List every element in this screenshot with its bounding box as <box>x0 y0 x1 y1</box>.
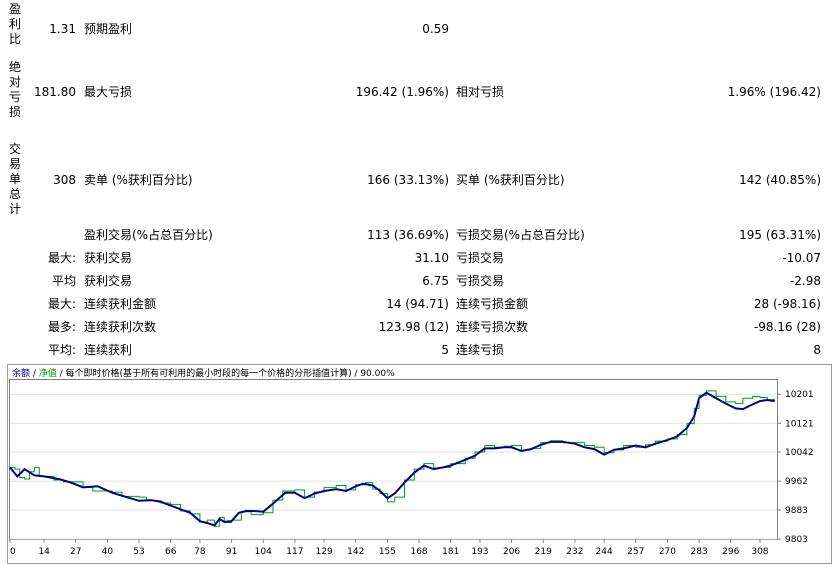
long-positions-label: 买单 (%获利百分比) <box>456 173 565 187</box>
x-tick-label: 117 <box>286 547 303 557</box>
row-left-value: 123.98 (12) <box>378 320 449 334</box>
y-tick-label: 9962 <box>785 477 808 487</box>
x-tick-label: 168 <box>410 547 427 557</box>
relative-drawdown-value: 1.96% (196.42) <box>727 85 821 99</box>
row-left-label: 连续获利次数 <box>84 320 157 334</box>
x-tick-label: 232 <box>566 547 583 557</box>
x-tick-label: 0 <box>10 547 16 557</box>
row-right-label: 连续亏损次数 <box>456 320 529 334</box>
row-right-label: 连续亏损 <box>456 343 505 357</box>
row-right-label: 亏损交易 <box>456 274 505 288</box>
row-right-value: 8 <box>813 343 821 357</box>
x-tick-label: 193 <box>471 547 488 557</box>
row-left-value: 14 (94.71) <box>386 297 449 311</box>
max-drawdown-value: 196.42 (1.96%) <box>355 85 449 99</box>
legend-sep: / <box>30 369 39 379</box>
row-left-value: 6.75 <box>422 274 449 288</box>
absolute-drawdown-value: 181.80 <box>34 85 76 99</box>
relative-drawdown-label: 相对亏损 <box>456 85 505 99</box>
x-tick-label: 91 <box>226 547 237 557</box>
x-tick-label: 53 <box>133 547 144 557</box>
long-positions-value: 142 (40.85%) <box>739 173 821 187</box>
row-prefix: 最大: <box>47 297 76 311</box>
row-right-label: 亏损交易 <box>456 251 505 265</box>
row-prefix: 平均 <box>51 274 76 288</box>
row-right-value: 28 (-98.16) <box>753 297 821 311</box>
row-right-value: -2.98 <box>789 274 821 288</box>
x-tick-label: 78 <box>194 547 206 557</box>
legend-balance: 余额 <box>12 367 30 379</box>
profit-trades-label: 盈利交易(%占总百分比) <box>84 228 213 242</box>
y-tick-label: 10042 <box>785 448 814 458</box>
row-left-value: 5 <box>441 343 449 357</box>
row-prefix: 最多: <box>47 320 76 334</box>
row-left-value: 31.10 <box>414 251 449 265</box>
x-tick-label: 283 <box>690 547 707 557</box>
loss-trades-label: 亏损交易(%占总百分比) <box>456 228 585 242</box>
row-right-label: 连续亏损金额 <box>456 297 529 311</box>
x-tick-label: 27 <box>70 547 81 557</box>
row-left-label: 获利交易 <box>84 251 133 265</box>
x-tick-label: 155 <box>379 547 396 557</box>
y-tick-label: 9803 <box>785 535 808 545</box>
x-tick-label: 40 <box>102 547 114 557</box>
y-tick-label: 10121 <box>785 419 814 429</box>
profit-trades-value: 113 (36.69%) <box>367 228 449 242</box>
row-left-label: 连续获利金额 <box>84 297 157 311</box>
profit-ratio-value: 1.31 <box>49 22 76 36</box>
x-tick-label: 129 <box>316 547 333 557</box>
x-tick-label: 66 <box>165 547 177 557</box>
x-tick-label: 244 <box>596 547 613 557</box>
y-tick-label: 10201 <box>785 390 814 400</box>
expected-payoff-label: 预期盈利 <box>84 22 133 36</box>
row-left-label: 获利交易 <box>84 274 133 288</box>
x-tick-label: 219 <box>535 547 552 557</box>
short-positions-value: 166 (33.13%) <box>367 173 449 187</box>
expected-payoff-value: 0.59 <box>422 22 449 36</box>
profit-ratio-label: 盈利比 <box>8 2 21 46</box>
x-tick-label: 308 <box>751 547 768 557</box>
row-prefix: 最大: <box>47 251 76 265</box>
chart-legend: 余额 / 净值 / 每个即时价格(基于所有可利用的最小时段的每一个价格的分形插值… <box>12 367 395 379</box>
x-tick-label: 270 <box>659 547 676 557</box>
total-trades-value: 308 <box>53 173 76 187</box>
x-tick-label: 257 <box>627 547 644 557</box>
row-right-value: -98.16 (28) <box>753 320 821 334</box>
equity-chart: 余额 / 净值 / 每个即时价格(基于所有可利用的最小时段的每一个价格的分形插值… <box>7 364 832 564</box>
row-right-value: -10.07 <box>782 251 821 265</box>
loss-trades-value: 195 (63.31%) <box>739 228 821 242</box>
total-trades-label: 交易单总计 <box>8 142 21 216</box>
y-tick-label: 9883 <box>785 506 808 516</box>
legend-equity: 净值 <box>39 367 57 379</box>
row-prefix: 平均: <box>47 343 76 357</box>
x-tick-label: 14 <box>38 547 50 557</box>
absolute-drawdown-label: 绝对亏损 <box>8 60 21 119</box>
x-tick-label: 142 <box>347 547 364 557</box>
short-positions-label: 卖单 (%获利百分比) <box>84 173 193 187</box>
row-left-label: 连续获利 <box>84 343 133 357</box>
x-tick-label: 206 <box>503 547 520 557</box>
x-tick-label: 181 <box>442 547 459 557</box>
x-tick-label: 296 <box>722 547 739 557</box>
max-drawdown-label: 最大亏损 <box>84 85 133 99</box>
equity-chart-panel: 余额 / 净值 / 每个即时价格(基于所有可利用的最小时段的每一个价格的分形插值… <box>7 364 832 564</box>
x-tick-label: 104 <box>255 547 272 557</box>
legend-description: / 每个即时价格(基于所有可利用的最小时段的每一个价格的分形插值计算) / 90… <box>57 367 395 379</box>
